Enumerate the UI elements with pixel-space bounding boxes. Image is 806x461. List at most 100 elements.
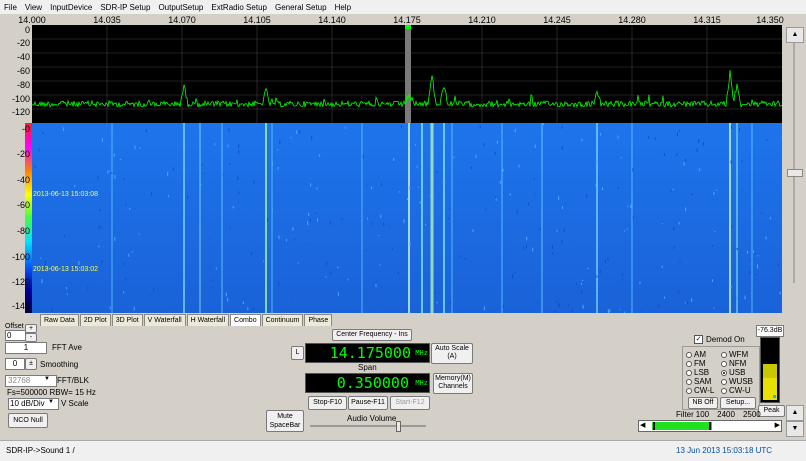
waterfall-noise bbox=[662, 266, 663, 268]
menu-general-setup[interactable]: General Setup bbox=[271, 3, 331, 12]
tab-phase[interactable]: Phase bbox=[304, 314, 332, 326]
tab-combo[interactable]: Combo bbox=[230, 314, 261, 326]
mode-am[interactable]: AM bbox=[686, 350, 714, 359]
tab-raw-data[interactable]: Raw Data bbox=[40, 314, 79, 326]
tab-3d-plot[interactable]: 3D Plot bbox=[112, 314, 143, 326]
start-button[interactable]: Start-F12 bbox=[390, 396, 430, 410]
span-label: Span bbox=[358, 363, 377, 372]
waterfall-noise bbox=[220, 289, 221, 290]
fft-ave-input[interactable]: 1 bbox=[5, 342, 47, 354]
smoothing-input[interactable]: 0 bbox=[5, 358, 25, 370]
waterfall-noise bbox=[35, 165, 36, 168]
menu-help[interactable]: Help bbox=[331, 3, 355, 12]
waterfall-noise bbox=[685, 208, 686, 212]
menu-output-setup[interactable]: OutputSetup bbox=[154, 3, 207, 12]
waterfall-noise bbox=[378, 235, 379, 236]
waterfall-noise bbox=[134, 307, 135, 311]
db-label: -120 bbox=[2, 277, 30, 287]
waterfall-noise bbox=[761, 212, 762, 213]
waterfall-noise bbox=[277, 149, 278, 150]
db-label: -100 bbox=[2, 94, 30, 104]
center-frequency-button[interactable]: Center Frequency - Ins bbox=[332, 329, 412, 341]
filter-left-arrow[interactable]: ◀ bbox=[640, 421, 645, 429]
waterfall-noise bbox=[42, 279, 43, 283]
waterfall-noise bbox=[367, 185, 368, 186]
nb-off-button[interactable]: NB Off bbox=[688, 397, 718, 409]
mute-button[interactable]: Mute SpaceBar bbox=[266, 410, 304, 432]
scroll-down-button[interactable]: ▲ bbox=[786, 405, 804, 421]
menu-view[interactable]: View bbox=[21, 3, 46, 12]
waterfall-display[interactable]: 2013-06-13 15:03:08 2013-06-13 15:03:02 bbox=[32, 123, 782, 313]
stop-button[interactable]: Stop-F10 bbox=[308, 396, 347, 410]
menu-extradio-setup[interactable]: ExtRadio Setup bbox=[207, 3, 271, 12]
level-slider-thumb[interactable] bbox=[787, 169, 803, 177]
waterfall-noise bbox=[716, 190, 717, 191]
menu-input-device[interactable]: InputDevice bbox=[46, 3, 96, 12]
mode-wusb[interactable]: WUSB bbox=[721, 377, 753, 386]
mode-nfm[interactable]: NFM bbox=[721, 359, 753, 368]
waterfall-noise bbox=[454, 156, 455, 158]
tab-v-waterfall[interactable]: V Waterfall bbox=[144, 314, 186, 326]
setup-button[interactable]: Setup... bbox=[720, 397, 756, 409]
waterfall-noise bbox=[618, 187, 619, 190]
mode-cw-l[interactable]: CW-L bbox=[686, 386, 714, 395]
waterfall-noise bbox=[132, 251, 133, 252]
offset-input[interactable]: 0 bbox=[5, 330, 26, 341]
mode-wfm[interactable]: WFM bbox=[721, 350, 753, 359]
demod-on-checkbox[interactable]: ✓ Demod On bbox=[694, 335, 745, 344]
waterfall-noise bbox=[641, 311, 642, 313]
waterfall-noise bbox=[200, 235, 201, 237]
waterfall-noise bbox=[101, 260, 102, 263]
tab-2d-plot[interactable]: 2D Plot bbox=[80, 314, 111, 326]
mode-lsb[interactable]: LSB bbox=[686, 368, 714, 377]
mode-cw-u[interactable]: CW-U bbox=[721, 386, 753, 395]
waterfall-noise bbox=[173, 307, 174, 308]
waterfall-noise bbox=[605, 259, 606, 263]
peak-button[interactable]: Peak bbox=[758, 405, 785, 417]
scroll-down-button-2[interactable]: ▼ bbox=[786, 421, 804, 437]
waterfall-noise bbox=[99, 209, 100, 211]
span-display[interactable]: 0.350000 MHz bbox=[305, 373, 430, 393]
waterfall-noise bbox=[766, 139, 767, 140]
audio-volume-thumb[interactable] bbox=[396, 421, 401, 432]
waterfall-noise bbox=[317, 219, 318, 222]
waterfall-noise bbox=[510, 193, 511, 196]
auto-scale-button[interactable]: Auto Scale (A) bbox=[431, 343, 473, 364]
scroll-up-button[interactable]: ▲ bbox=[786, 27, 804, 43]
tab-continuum[interactable]: Continuum bbox=[262, 314, 304, 326]
waterfall-noise bbox=[465, 258, 466, 260]
tuning-marker[interactable] bbox=[405, 25, 411, 123]
spectrum-plot[interactable] bbox=[32, 25, 782, 123]
pause-button[interactable]: Pause-F11 bbox=[348, 396, 388, 410]
center-frequency-display[interactable]: 14.175000 MHz bbox=[305, 343, 430, 363]
waterfall-noise bbox=[214, 143, 215, 145]
waterfall-noise bbox=[517, 210, 518, 214]
mode-sam[interactable]: SAM bbox=[686, 377, 714, 386]
offset-down-button[interactable]: - bbox=[25, 333, 37, 342]
waterfall-noise bbox=[67, 294, 68, 295]
mode-usb[interactable]: USB bbox=[721, 368, 753, 377]
waterfall-noise bbox=[747, 251, 748, 254]
waterfall-noise bbox=[480, 126, 481, 129]
fft-blk-dropdown-icon[interactable]: ▼ bbox=[44, 376, 50, 382]
l-button[interactable]: L bbox=[291, 346, 304, 360]
span-unit: MHz bbox=[415, 379, 428, 387]
vscale-dropdown-icon[interactable]: ▼ bbox=[48, 399, 54, 405]
menu-sdr-ip-setup[interactable]: SDR-IP Setup bbox=[96, 3, 154, 12]
waterfall-noise bbox=[632, 168, 633, 172]
tab-h-waterfall[interactable]: H Waterfall bbox=[187, 314, 229, 326]
smoothing-spin-button[interactable]: ± bbox=[25, 358, 37, 370]
filter-bar[interactable]: ◀ ▶ bbox=[638, 420, 782, 432]
level-slider-track[interactable] bbox=[793, 43, 795, 283]
nco-null-button[interactable]: NCO Null bbox=[8, 413, 48, 428]
mode-fm[interactable]: FM bbox=[686, 359, 714, 368]
menu-file[interactable]: File bbox=[0, 3, 21, 12]
waterfall-noise bbox=[753, 251, 754, 253]
waterfall-noise bbox=[326, 276, 327, 277]
offset-up-button[interactable]: + bbox=[25, 324, 37, 333]
audio-volume-track[interactable] bbox=[310, 425, 426, 427]
memory-channels-button[interactable]: Memory(M) Channels bbox=[433, 373, 473, 394]
waterfall-noise bbox=[226, 293, 227, 297]
filter-right-arrow[interactable]: ▶ bbox=[775, 421, 780, 429]
waterfall-noise bbox=[758, 255, 759, 256]
